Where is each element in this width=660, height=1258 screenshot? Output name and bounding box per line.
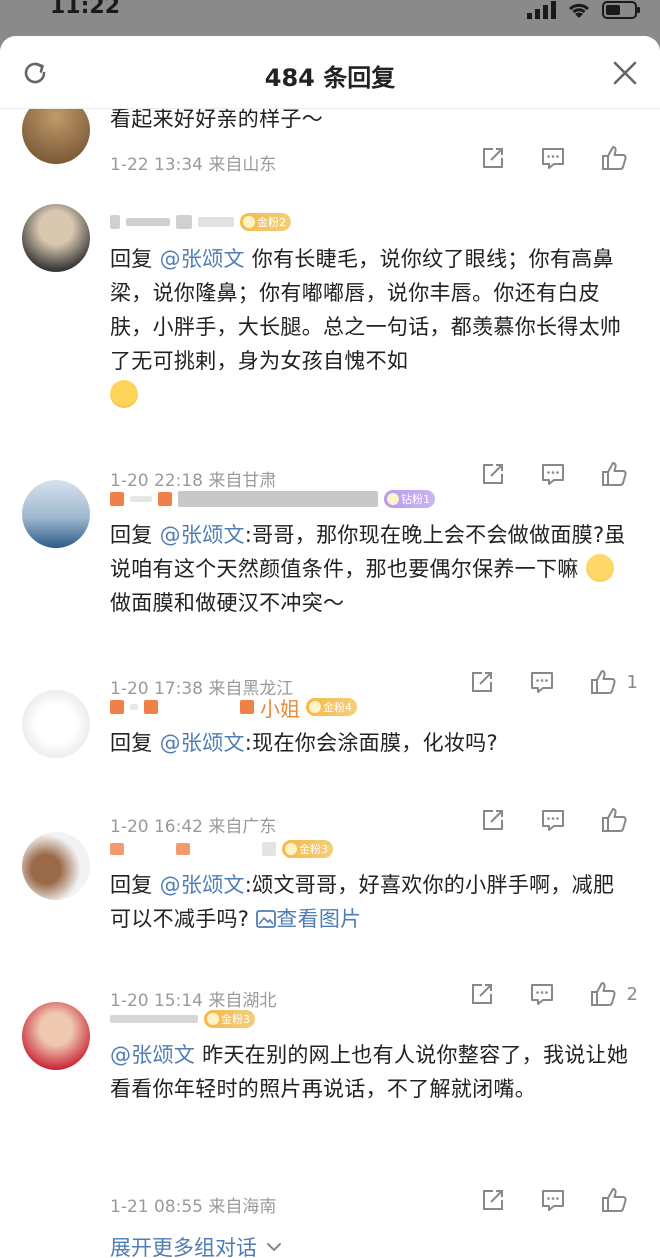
comment-icon <box>530 672 553 693</box>
comment-location: 来自山东 <box>208 155 277 175</box>
comment-text: @张颂文 昨天在别的网上也有人说你整容了，我说让她看看你年轻时的照片再说话，不了… <box>110 1043 629 1101</box>
comment-time: 1-21 08:55 <box>110 1197 203 1217</box>
share-icon <box>483 464 503 484</box>
fan-badge: 金粉3 <box>204 1010 255 1028</box>
image-icon <box>256 910 277 928</box>
like-count: 1 <box>626 671 638 693</box>
comment-actions <box>480 1186 638 1214</box>
avatar[interactable] <box>22 832 90 900</box>
comment-actions: 2 <box>469 980 638 1008</box>
share-button[interactable] <box>480 145 506 171</box>
status-bar: 11:22 <box>0 0 660 40</box>
mention-link[interactable]: @张颂文 <box>160 523 245 547</box>
mention-link[interactable]: @张颂文 <box>160 731 245 755</box>
share-icon <box>483 810 503 830</box>
username[interactable]: 金粉3 <box>110 834 333 864</box>
username[interactable]: 金粉3 <box>110 1004 255 1034</box>
avatar[interactable] <box>22 1002 90 1070</box>
comment-location: 来自海南 <box>208 1197 277 1217</box>
mention-link[interactable]: @张颂文 <box>110 1043 195 1067</box>
comment-text: 回复 @张颂文 你有长睫毛，说你纹了眼线；你有高鼻梁，说你隆鼻；你有嘟嘟唇，说你… <box>110 242 632 412</box>
like-count: 2 <box>626 983 638 1005</box>
comment-icon <box>542 148 564 169</box>
like-button[interactable] <box>600 806 638 834</box>
fan-badge: 钻粉1 <box>384 490 435 508</box>
like-button[interactable] <box>600 1186 638 1214</box>
avatar[interactable] <box>22 690 90 758</box>
comment-text: 回复 @张颂文:哥哥，那你现在晚上会不会做做面膜?虽说咱有这个天然颜值条件，那也… <box>110 523 626 615</box>
comment-meta: 1-22 13:34 来自山东 <box>110 150 276 175</box>
thumbs-up-icon <box>590 982 616 1006</box>
reply-button[interactable] <box>529 669 555 695</box>
comment-text: 回复 @张颂文:现在你会涂面膜，化妆吗? <box>110 731 498 755</box>
comment-actions <box>480 460 638 488</box>
thumbs-up-icon <box>602 1188 627 1212</box>
mention-link[interactable]: @张颂文 <box>160 247 245 271</box>
fan-badge: 金粉4 <box>306 698 357 716</box>
comment-icon <box>530 984 553 1005</box>
share-button[interactable] <box>480 1187 506 1213</box>
smile-emoji-icon <box>585 554 614 582</box>
username-tail: 小姐 <box>260 696 300 721</box>
replies-count-title: 484 条回复 <box>264 64 396 92</box>
fan-badge: 金粉2 <box>240 213 291 231</box>
avatar[interactable] <box>22 480 90 548</box>
view-image-link[interactable]: 查看图片 <box>256 907 361 931</box>
like-button[interactable] <box>600 460 638 488</box>
close-icon[interactable] <box>610 58 640 88</box>
comment-icon <box>542 810 564 831</box>
share-icon <box>483 1190 503 1210</box>
like-button[interactable]: 1 <box>589 668 638 696</box>
signal-icon <box>527 1 556 19</box>
thumbs-up-icon <box>590 670 616 694</box>
comment-actions <box>480 144 638 172</box>
share-icon <box>483 148 503 168</box>
share-icon <box>471 672 492 692</box>
comment-meta: 1-21 08:55 来自海南 <box>110 1192 276 1217</box>
thumbs-up-icon <box>602 808 627 832</box>
like-button[interactable]: 2 <box>589 980 638 1008</box>
share-icon <box>471 984 492 1004</box>
mention-link[interactable]: @张颂文 <box>160 873 245 897</box>
share-button[interactable] <box>469 669 495 695</box>
reply-button[interactable] <box>540 461 566 487</box>
comment-icon <box>542 464 564 485</box>
reply-button[interactable] <box>540 807 566 833</box>
comment-text: 回复 @张颂文:颂文哥哥，好喜欢你的小胖手啊，减肥可以不减手吗? 查看图片 <box>110 873 615 931</box>
username[interactable]: 小姐 金粉4 <box>110 692 357 722</box>
share-button[interactable] <box>480 807 506 833</box>
status-icons <box>526 0 642 20</box>
battery-icon <box>602 1 640 19</box>
sheet-header: 484 条回复 <box>0 36 660 109</box>
replies-sheet: 484 条回复 看起来好好亲的样子～ 1-22 13:34 来自山东 金粉2 回… <box>0 36 660 1258</box>
status-time: 11:22 <box>50 0 121 19</box>
share-button[interactable] <box>480 461 506 487</box>
expand-more-button[interactable]: 展开更多组对话 <box>110 1232 283 1258</box>
comment-actions <box>480 806 638 834</box>
fan-badge: 金粉3 <box>282 840 333 858</box>
reply-button[interactable] <box>540 1187 566 1213</box>
thumbs-up-icon <box>602 462 627 486</box>
reply-button[interactable] <box>540 145 566 171</box>
comment-actions: 1 <box>469 668 638 696</box>
avatar[interactable] <box>22 204 90 272</box>
wifi-icon <box>568 3 590 18</box>
thumbs-up-icon <box>602 146 627 170</box>
like-button[interactable] <box>600 144 638 172</box>
comment-time: 1-22 13:34 <box>110 155 203 175</box>
chevron-down-icon <box>267 1243 281 1252</box>
laugh-emoji-icon <box>110 380 138 408</box>
username[interactable]: 金粉2 <box>110 207 291 237</box>
share-button[interactable] <box>469 981 495 1007</box>
comment-icon <box>542 1190 564 1211</box>
username[interactable]: 钻粉1 <box>110 484 435 514</box>
reply-button[interactable] <box>529 981 555 1007</box>
